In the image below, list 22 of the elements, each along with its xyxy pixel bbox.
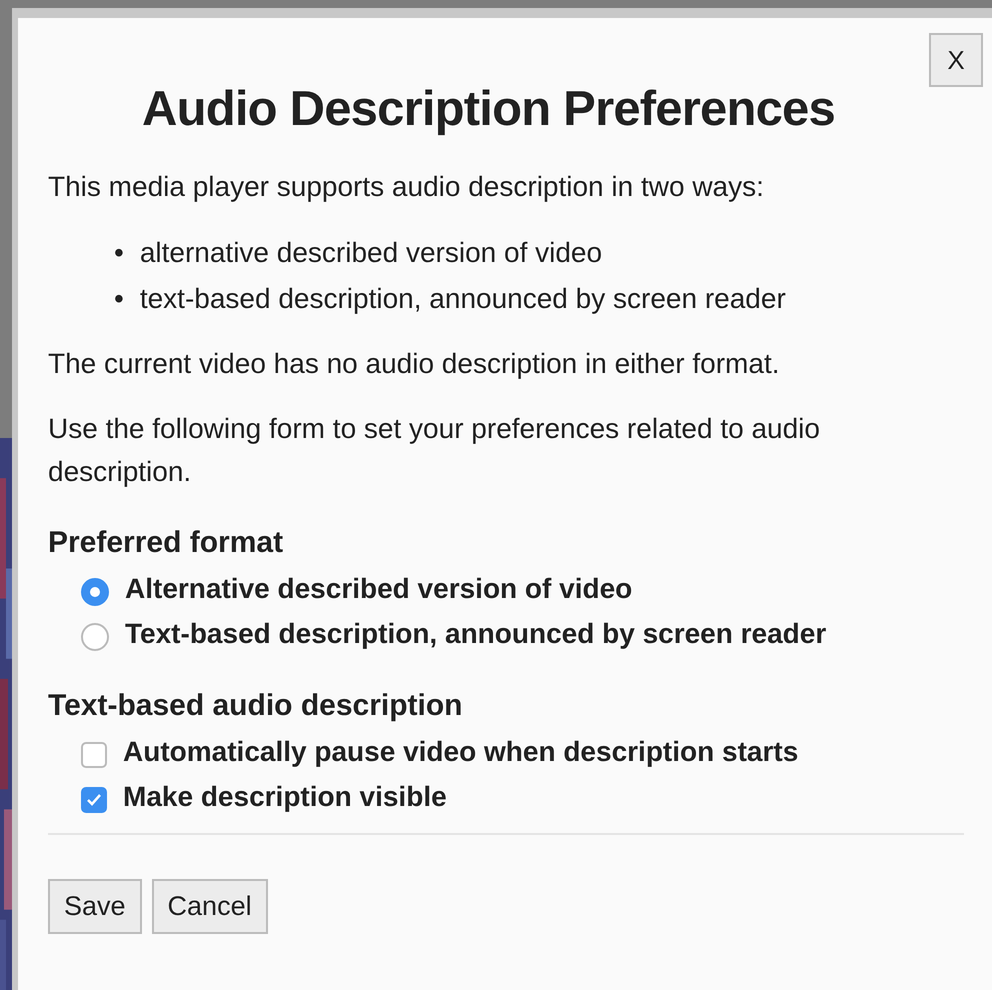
list-item: alternative described version of video xyxy=(140,236,602,270)
instructions-text: Use the following form to set your preferences related to audio description. xyxy=(48,412,821,489)
section-heading: Preferred format xyxy=(48,524,284,561)
radio-button[interactable] xyxy=(81,623,109,652)
check-icon xyxy=(86,793,102,808)
close-button[interactable]: X xyxy=(929,33,983,87)
list-item: text-based description, announced by screen reader xyxy=(140,282,786,316)
section-heading: Text-based audio description xyxy=(48,688,464,724)
bullet: • xyxy=(114,282,124,316)
dialog-title: Audio Description Preferences xyxy=(141,81,836,138)
checkbox[interactable] xyxy=(81,787,107,814)
radio-label[interactable]: Alternative described version of video xyxy=(125,566,632,611)
bullet: • xyxy=(114,236,124,270)
cancel-button[interactable]: Cancel xyxy=(152,878,268,934)
save-button[interactable]: Save xyxy=(48,878,142,934)
checkbox-label[interactable]: Make description visible xyxy=(123,774,447,819)
checkbox-label[interactable]: Automatically pause video when description starts xyxy=(123,728,798,774)
intro-text: This media player supports audio description in two ways: xyxy=(48,170,765,204)
status-text: The current video has no audio description in either format. xyxy=(48,346,781,381)
checkbox[interactable] xyxy=(81,742,107,768)
radio-label[interactable]: Text-based description, announced by screen reader xyxy=(125,610,826,656)
radio-button[interactable] xyxy=(81,578,109,606)
